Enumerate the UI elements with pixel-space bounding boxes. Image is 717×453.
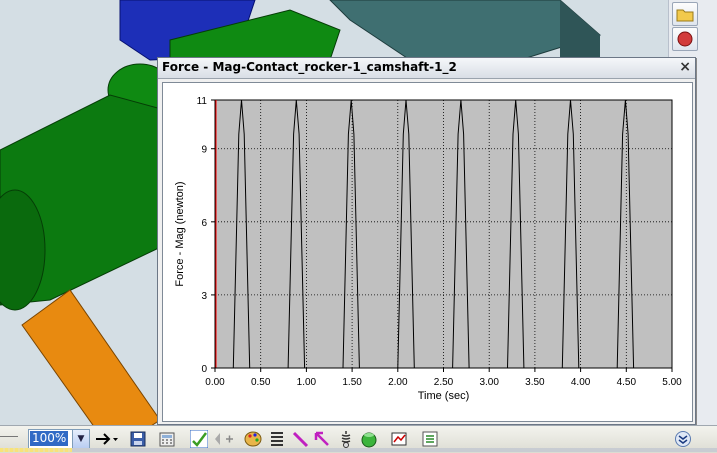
plot-area bbox=[214, 99, 673, 369]
edit-check-icon[interactable] bbox=[190, 430, 208, 448]
plot-window-title: Force - Mag-Contact_rocker-1_camshaft-1_… bbox=[162, 60, 457, 74]
y-tick-label: 3 bbox=[201, 291, 207, 302]
motor-icon[interactable] bbox=[360, 430, 378, 448]
x-tick-label: 0.00 bbox=[205, 377, 225, 388]
chevron-down-icon[interactable] bbox=[674, 430, 692, 448]
x-axis-label: Time (sec) bbox=[418, 390, 470, 402]
results-list-icon[interactable] bbox=[421, 430, 439, 448]
chevron-down-icon[interactable]: ▼ bbox=[72, 430, 89, 448]
progress-fill bbox=[0, 448, 72, 452]
plot-frame: 0.00 0.50 1.00 1.50 2.00 2.50 3.00 3.50 4.00 4.50… bbox=[162, 82, 693, 422]
cursor-arrow-icon[interactable] bbox=[313, 430, 331, 448]
x-tick-label: 1.00 bbox=[297, 377, 317, 388]
x-tick-label: 2.00 bbox=[388, 377, 408, 388]
y-tick-label: 0 bbox=[201, 364, 207, 375]
record-icon[interactable] bbox=[672, 27, 698, 51]
folder-icon[interactable] bbox=[672, 2, 698, 26]
x-tick-label: 5.00 bbox=[662, 377, 682, 388]
x-tick-label: 2.50 bbox=[434, 377, 454, 388]
x-tick-label: 4.50 bbox=[617, 377, 637, 388]
pen-icon[interactable] bbox=[292, 430, 310, 448]
add-point-icon[interactable] bbox=[212, 430, 234, 448]
plot-window[interactable]: Force - Mag-Contact_rocker-1_camshaft-1_… bbox=[157, 57, 696, 425]
save-icon[interactable] bbox=[129, 430, 147, 448]
plot-title-bar[interactable]: Force - Mag-Contact_rocker-1_camshaft-1_… bbox=[158, 58, 695, 79]
palette-icon[interactable] bbox=[244, 430, 262, 448]
x-tick-label: 4.00 bbox=[571, 377, 591, 388]
status-strip bbox=[0, 448, 717, 452]
zoom-select[interactable]: 100% ▼ bbox=[28, 429, 90, 449]
close-button[interactable]: × bbox=[679, 59, 691, 75]
y-axis-label: Force - Mag (newton) bbox=[174, 181, 186, 286]
chart-view-icon[interactable] bbox=[390, 430, 408, 448]
toolbar-separator bbox=[0, 436, 18, 437]
x-tick-label: 1.50 bbox=[342, 377, 362, 388]
x-tick-label: 3.50 bbox=[525, 377, 545, 388]
y-tick-label: 11 bbox=[197, 96, 208, 107]
play-arrow-icon[interactable] bbox=[94, 430, 120, 448]
zoom-value: 100% bbox=[30, 431, 69, 446]
x-tick-label: 3.00 bbox=[479, 377, 499, 388]
force-chart: 0.00 0.50 1.00 1.50 2.00 2.50 3.00 3.50 4.00 4.50… bbox=[174, 96, 682, 402]
y-tick-label: 9 bbox=[201, 145, 207, 156]
x-tick-label: 0.50 bbox=[251, 377, 271, 388]
spring-icon[interactable] bbox=[337, 430, 355, 448]
list-icon[interactable] bbox=[268, 430, 286, 448]
calculator-icon[interactable] bbox=[158, 430, 176, 448]
y-tick-label: 6 bbox=[201, 218, 207, 229]
